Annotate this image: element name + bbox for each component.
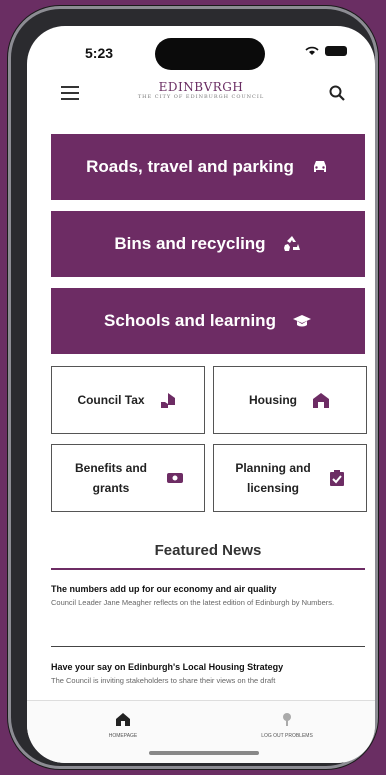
news-headline[interactable]: The numbers add up for our economy and a… (51, 584, 365, 594)
hand-house-icon (160, 393, 175, 408)
search-icon[interactable] (329, 85, 345, 101)
recycle-icon (283, 236, 300, 251)
logo-text: EDINBVRGH (158, 80, 244, 94)
status-icons (305, 46, 347, 56)
bottom-tab-bar: HOMEPAGE LOG OUT PROBLEMS (27, 700, 375, 763)
roads-label: Roads, travel and parking (86, 157, 294, 176)
schools-learning-button[interactable]: Schools and learning (51, 288, 365, 354)
news-summary: Council Leader Jane Meagher reflects on … (51, 598, 335, 607)
housing-label: Housing (249, 393, 297, 407)
planning-licensing-tile[interactable]: Planning and licensing (213, 444, 367, 512)
status-time: 5:23 (85, 45, 114, 61)
tab-report-problems[interactable]: LOG OUT PROBLEMS (227, 711, 347, 739)
clipboard-icon (330, 470, 344, 486)
app-header: EDINBVRGH THE CITY OF EDINBURGH COUNCIL (27, 78, 375, 120)
housing-tile[interactable]: Housing (213, 366, 367, 434)
news-divider (51, 646, 365, 647)
benefits-grants-tile[interactable]: Benefits and grants (51, 444, 205, 512)
house-icon (313, 393, 329, 408)
logo-subtext: THE CITY OF EDINBURGH COUNCIL (137, 94, 265, 100)
tab-home-label: HOMEPAGE (108, 733, 138, 739)
news-summary: The Council is inviting stakeholders to … (51, 676, 276, 685)
bins-recycling-button[interactable]: Bins and recycling (51, 211, 365, 277)
section-divider (51, 568, 365, 570)
graduation-cap-icon (292, 315, 311, 327)
phone-frame: 5:23 EDINBVRGH THE CITY OF EDINBURGH COU… (8, 6, 378, 769)
tab-home[interactable]: HOMEPAGE (63, 711, 183, 739)
pin-icon (283, 713, 291, 726)
council-tax-tile[interactable]: Council Tax (51, 366, 205, 434)
council-tax-label: Council Tax (77, 393, 145, 407)
news-item[interactable]: Have your say on Edinburgh's Local Housi… (51, 662, 365, 686)
schools-label: Schools and learning (104, 311, 276, 330)
news-headline[interactable]: Have your say on Edinburgh's Local Housi… (51, 662, 365, 672)
wifi-icon (305, 46, 319, 55)
roads-travel-parking-button[interactable]: Roads, travel and parking (51, 134, 365, 200)
news-item[interactable]: The numbers add up for our economy and a… (51, 584, 365, 608)
edinburgh-logo[interactable]: EDINBVRGH THE CITY OF EDINBURGH COUNCIL (27, 80, 375, 100)
home-indicator[interactable] (149, 751, 259, 755)
money-icon (167, 473, 183, 483)
dynamic-island (155, 38, 265, 70)
home-icon (116, 713, 130, 726)
battery-icon (325, 46, 347, 56)
tab-report-label: LOG OUT PROBLEMS (261, 733, 313, 739)
bins-label: Bins and recycling (114, 234, 266, 253)
car-icon (313, 161, 326, 172)
planning-label: Planning and licensing (235, 461, 311, 495)
featured-news-heading: Featured News (154, 542, 262, 559)
app-screen: 5:23 EDINBVRGH THE CITY OF EDINBURGH COU… (27, 26, 375, 763)
benefits-label: Benefits and grants (74, 461, 147, 495)
